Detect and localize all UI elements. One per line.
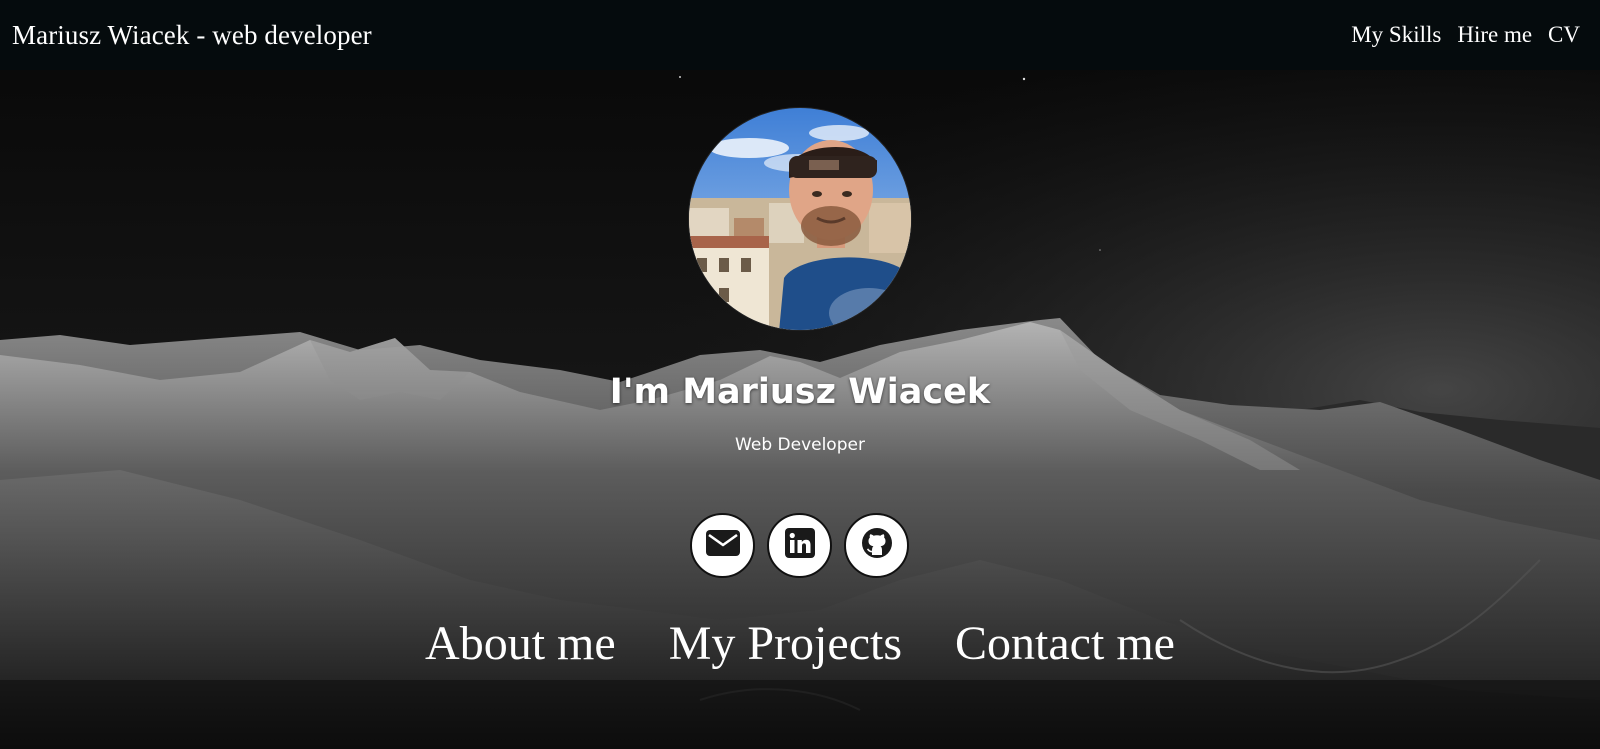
social-links xyxy=(690,513,909,578)
linkedin-button[interactable] xyxy=(767,513,832,578)
nav-link-cv[interactable]: CV xyxy=(1548,22,1580,48)
nav-link-my-skills[interactable]: My Skills xyxy=(1351,22,1441,48)
section-link-about-me[interactable]: About me xyxy=(425,614,616,674)
nav-link-hire-me[interactable]: Hire me xyxy=(1457,22,1532,48)
section-link-contact-me[interactable]: Contact me xyxy=(955,614,1175,674)
hero-role-subtitle: Web Developer xyxy=(735,435,865,455)
profile-photo xyxy=(688,107,912,331)
mail-icon xyxy=(705,530,740,561)
hero-name-heading: I'm Mariusz Wiacek xyxy=(609,372,991,412)
top-navbar: Mariusz Wiacek - web developer My Skills… xyxy=(0,0,1600,70)
github-icon xyxy=(861,527,893,564)
linkedin-icon xyxy=(784,528,815,563)
section-links: About me My Projects Contact me xyxy=(0,614,1600,674)
section-link-my-projects[interactable]: My Projects xyxy=(669,614,902,674)
brand-link[interactable]: Mariusz Wiacek - web developer xyxy=(12,20,372,51)
main-nav: My Skills Hire me CV xyxy=(1351,22,1588,48)
github-button[interactable] xyxy=(844,513,909,578)
email-button[interactable] xyxy=(690,513,755,578)
